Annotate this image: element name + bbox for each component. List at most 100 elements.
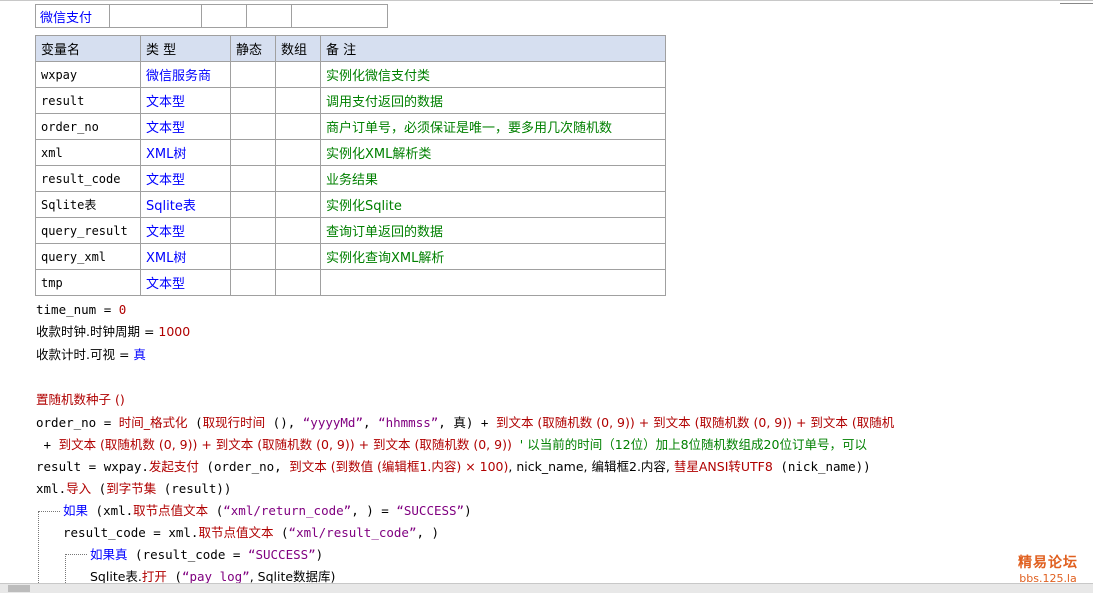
variable-array-cell[interactable] bbox=[275, 87, 321, 114]
top-border bbox=[0, 0, 1093, 1]
variable-note-cell[interactable]: 实例化Sqlite bbox=[320, 191, 666, 218]
code-token: (nick_name)) bbox=[772, 459, 871, 474]
variable-name-cell[interactable]: order_no bbox=[35, 113, 141, 140]
variable-static-cell[interactable] bbox=[230, 139, 276, 166]
code-line-9[interactable]: 如果 (xml.取节点值文本 (“xml/return_code”, ) = “… bbox=[63, 500, 472, 522]
col-header-type: 类 型 bbox=[140, 35, 231, 62]
variable-type-cell[interactable]: 文本型 bbox=[140, 165, 231, 192]
code-token: “yyyyMd” bbox=[302, 415, 363, 430]
header-cell-5[interactable] bbox=[291, 4, 388, 28]
code-line-8[interactable]: xml.导入 (到字节集 (result)) bbox=[36, 478, 231, 500]
variable-array-cell[interactable] bbox=[275, 191, 321, 218]
variable-note-cell[interactable] bbox=[320, 269, 666, 296]
variable-name-cell[interactable]: query_result bbox=[35, 217, 141, 244]
code-token: “SUCCESS” bbox=[396, 503, 465, 518]
program-set-name[interactable]: 微信支付 bbox=[35, 4, 110, 28]
code-line-2[interactable]: 收款时钟.时钟周期 = 1000 bbox=[36, 321, 190, 343]
code-line-4[interactable]: 置随机数种子 () bbox=[36, 389, 125, 411]
variable-type-cell[interactable]: 文本型 bbox=[140, 113, 231, 140]
variable-name-cell[interactable]: xml bbox=[35, 139, 141, 166]
variable-table-header: 变量名 类 型 静态 数组 备 注 bbox=[35, 35, 666, 62]
variable-table: 变量名 类 型 静态 数组 备 注 wxpay 微信服务商 实例化微信支付类 resu… bbox=[35, 35, 666, 296]
table-row[interactable]: Sqlite表 Sqlite表 实例化Sqlite bbox=[35, 191, 666, 218]
code-line-11[interactable]: 如果真 (result_code = “SUCCESS”) bbox=[90, 544, 323, 566]
scrollbar-thumb[interactable] bbox=[8, 585, 30, 592]
code-token: (), bbox=[265, 415, 303, 430]
variable-array-cell[interactable] bbox=[275, 269, 321, 296]
code-token: “xml/return_code” bbox=[223, 503, 352, 518]
watermark-title: 精易论坛 bbox=[1018, 555, 1078, 571]
top-border-right bbox=[1060, 3, 1093, 4]
variable-note-cell[interactable]: 实例化查询XML解析 bbox=[320, 243, 666, 270]
variable-array-cell[interactable] bbox=[275, 139, 321, 166]
variable-static-cell[interactable] bbox=[230, 269, 276, 296]
code-line-3[interactable]: 收款计时.可视 = 真 bbox=[36, 344, 146, 366]
code-token: 到文本 (取随机数 (0, 9)) + 到文本 (取随机数 (0, 9)) + … bbox=[58, 437, 512, 452]
variable-note-cell[interactable]: 商户订单号，必须保证是唯一，要多用几次随机数 bbox=[320, 113, 666, 140]
variable-type-cell[interactable]: XML树 bbox=[140, 139, 231, 166]
variable-static-cell[interactable] bbox=[230, 87, 276, 114]
table-row[interactable]: xml XML树 实例化XML解析类 bbox=[35, 139, 666, 166]
code-token: “pay_log” bbox=[181, 569, 250, 584]
code-token: , 真) + bbox=[438, 415, 496, 430]
variable-static-cell[interactable] bbox=[230, 217, 276, 244]
variable-array-cell[interactable] bbox=[275, 217, 321, 244]
table-row[interactable]: order_no 文本型 商户订单号，必须保证是唯一，要多用几次随机数 bbox=[35, 113, 666, 140]
code-token: Sqlite表. bbox=[90, 569, 142, 584]
variable-type-cell[interactable]: XML树 bbox=[140, 243, 231, 270]
flow-guide bbox=[38, 511, 39, 583]
code-token: , bbox=[363, 415, 379, 430]
variable-type-cell[interactable]: Sqlite表 bbox=[140, 191, 231, 218]
variable-array-cell[interactable] bbox=[275, 113, 321, 140]
variable-array-cell[interactable] bbox=[275, 243, 321, 270]
variable-type-cell[interactable]: 微信服务商 bbox=[140, 61, 231, 88]
code-token: (result_code = bbox=[127, 547, 248, 562]
variable-note-cell[interactable]: 调用支付返回的数据 bbox=[320, 87, 666, 114]
header-cell-3[interactable] bbox=[201, 4, 247, 28]
col-header-name: 变量名 bbox=[35, 35, 141, 62]
variable-note-cell[interactable]: 业务结果 bbox=[320, 165, 666, 192]
forum-watermark: 精易论坛 bbs.125.la bbox=[1018, 552, 1078, 585]
code-token: ( bbox=[91, 481, 107, 496]
code-token: ( bbox=[273, 525, 289, 540]
variable-note-cell[interactable]: 实例化微信支付类 bbox=[320, 61, 666, 88]
code-token: = bbox=[114, 347, 134, 362]
flow-guide bbox=[65, 554, 66, 583]
variable-static-cell[interactable] bbox=[230, 191, 276, 218]
variable-type-cell[interactable]: 文本型 bbox=[140, 269, 231, 296]
code-line-1[interactable]: time_num = 0 bbox=[36, 299, 126, 321]
variable-static-cell[interactable] bbox=[230, 243, 276, 270]
variable-name-cell[interactable]: tmp bbox=[35, 269, 141, 296]
variable-name-cell[interactable]: result bbox=[35, 87, 141, 114]
table-row[interactable]: wxpay 微信服务商 实例化微信支付类 bbox=[35, 61, 666, 88]
variable-type-cell[interactable]: 文本型 bbox=[140, 87, 231, 114]
variable-static-cell[interactable] bbox=[230, 113, 276, 140]
table-row[interactable]: tmp 文本型 bbox=[35, 269, 666, 296]
code-token: “hhmmss” bbox=[378, 415, 439, 430]
variable-static-cell[interactable] bbox=[230, 61, 276, 88]
code-line-5[interactable]: order_no = 时间_格式化 (取现行时间 (), “yyyyMd”, “… bbox=[36, 412, 894, 434]
variable-name-cell[interactable]: result_code bbox=[35, 165, 141, 192]
header-cell-2[interactable] bbox=[109, 4, 202, 28]
header-cell-4[interactable] bbox=[246, 4, 292, 28]
variable-name-cell[interactable]: query_xml bbox=[35, 243, 141, 270]
code-token: ) bbox=[315, 547, 324, 562]
table-row[interactable]: result_code 文本型 业务结果 bbox=[35, 165, 666, 192]
code-token: 收款时钟.时钟周期 bbox=[36, 324, 140, 339]
code-token: 1000 bbox=[158, 324, 191, 339]
variable-array-cell[interactable] bbox=[275, 165, 321, 192]
variable-static-cell[interactable] bbox=[230, 165, 276, 192]
variable-array-cell[interactable] bbox=[275, 61, 321, 88]
code-token: ( bbox=[166, 569, 182, 584]
code-line-10[interactable]: result_code = xml.取节点值文本 (“xml/result_co… bbox=[63, 522, 439, 544]
table-row[interactable]: query_result 文本型 查询订单返回的数据 bbox=[35, 217, 666, 244]
code-line-6[interactable]: + 到文本 (取随机数 (0, 9)) + 到文本 (取随机数 (0, 9)) … bbox=[36, 434, 867, 456]
variable-note-cell[interactable]: 查询订单返回的数据 bbox=[320, 217, 666, 244]
table-row[interactable]: query_xml XML树 实例化查询XML解析 bbox=[35, 243, 666, 270]
variable-type-cell[interactable]: 文本型 bbox=[140, 217, 231, 244]
code-line-7[interactable]: result = wxpay.发起支付 (order_no, 到文本 (到数值 … bbox=[36, 456, 871, 478]
variable-note-cell[interactable]: 实例化XML解析类 bbox=[320, 139, 666, 166]
variable-name-cell[interactable]: wxpay bbox=[35, 61, 141, 88]
table-row[interactable]: result 文本型 调用支付返回的数据 bbox=[35, 87, 666, 114]
variable-name-cell[interactable]: Sqlite表 bbox=[35, 191, 141, 218]
